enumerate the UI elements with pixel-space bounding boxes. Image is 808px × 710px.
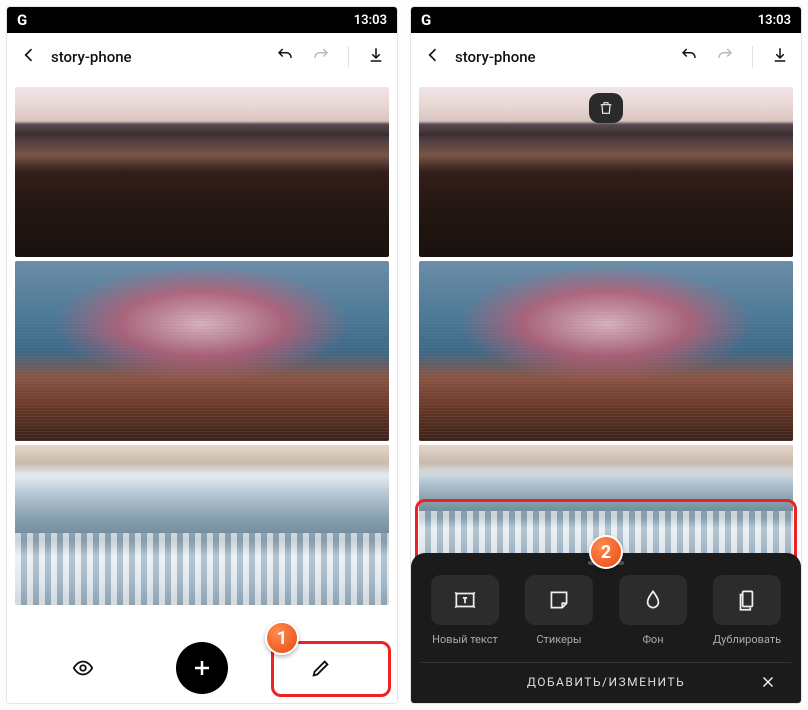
image-slot-3[interactable]: [15, 445, 389, 605]
redo-icon: [312, 46, 330, 68]
image-slot-2[interactable]: [419, 261, 793, 441]
app-bar: story-phone: [7, 33, 397, 81]
app-bar: story-phone: [411, 33, 801, 81]
story-canvas[interactable]: [7, 81, 397, 639]
edit-panel: 2 Новый текст Стикеры Фон Дублировать: [411, 553, 801, 703]
annotation-badge-1: 1: [265, 621, 299, 655]
clock: 13:03: [758, 13, 791, 28]
app-bar-actions: [276, 46, 385, 68]
back-icon[interactable]: [19, 45, 39, 69]
panel-item-label: Новый текст: [432, 633, 498, 646]
panel-item-new-text[interactable]: Новый текст: [421, 575, 509, 646]
delete-button[interactable]: [589, 93, 623, 123]
story-canvas[interactable]: 2 Новый текст Стикеры Фон Дублировать: [411, 81, 801, 703]
phone-right: G 13:03 story-phone: [410, 6, 802, 704]
story-title: story-phone: [47, 48, 268, 66]
add-button[interactable]: [176, 642, 228, 694]
undo-icon[interactable]: [680, 46, 698, 68]
phone-left: G 13:03 story-phone: [6, 6, 398, 704]
status-bar: G 13:03: [7, 7, 397, 33]
redo-icon: [716, 46, 734, 68]
google-g-icon: G: [421, 11, 431, 29]
panel-footer: ДОБАВИТЬ/ИЗМЕНИТЬ: [421, 662, 791, 689]
divider: [348, 46, 349, 68]
preview-button[interactable]: [61, 646, 105, 690]
undo-icon[interactable]: [276, 46, 294, 68]
image-slot-1[interactable]: [419, 87, 793, 257]
image-slot-2[interactable]: [15, 261, 389, 441]
panel-item-duplicate[interactable]: Дублировать: [703, 575, 791, 646]
google-g-icon: G: [17, 11, 27, 29]
edit-button[interactable]: [299, 646, 343, 690]
panel-item-stickers[interactable]: Стикеры: [515, 575, 603, 646]
panel-item-background[interactable]: Фон: [609, 575, 697, 646]
close-icon[interactable]: [759, 673, 777, 695]
panel-actions-row: Новый текст Стикеры Фон Дублировать: [421, 575, 791, 646]
app-bar-actions: [680, 46, 789, 68]
annotation-badge-2: 2: [589, 535, 623, 569]
panel-item-label: Фон: [642, 633, 663, 646]
back-icon[interactable]: [423, 45, 443, 69]
clock: 13:03: [354, 13, 387, 28]
panel-item-label: Дублировать: [713, 633, 781, 646]
download-icon[interactable]: [771, 46, 789, 68]
bottom-toolbar: [7, 639, 397, 703]
status-bar: G 13:03: [411, 7, 801, 33]
panel-item-label: Стикеры: [536, 633, 581, 646]
download-icon[interactable]: [367, 46, 385, 68]
image-slot-1[interactable]: [15, 87, 389, 257]
divider: [752, 46, 753, 68]
panel-footer-title: ДОБАВИТЬ/ИЗМЕНИТЬ: [527, 675, 685, 689]
story-title: story-phone: [451, 48, 672, 66]
